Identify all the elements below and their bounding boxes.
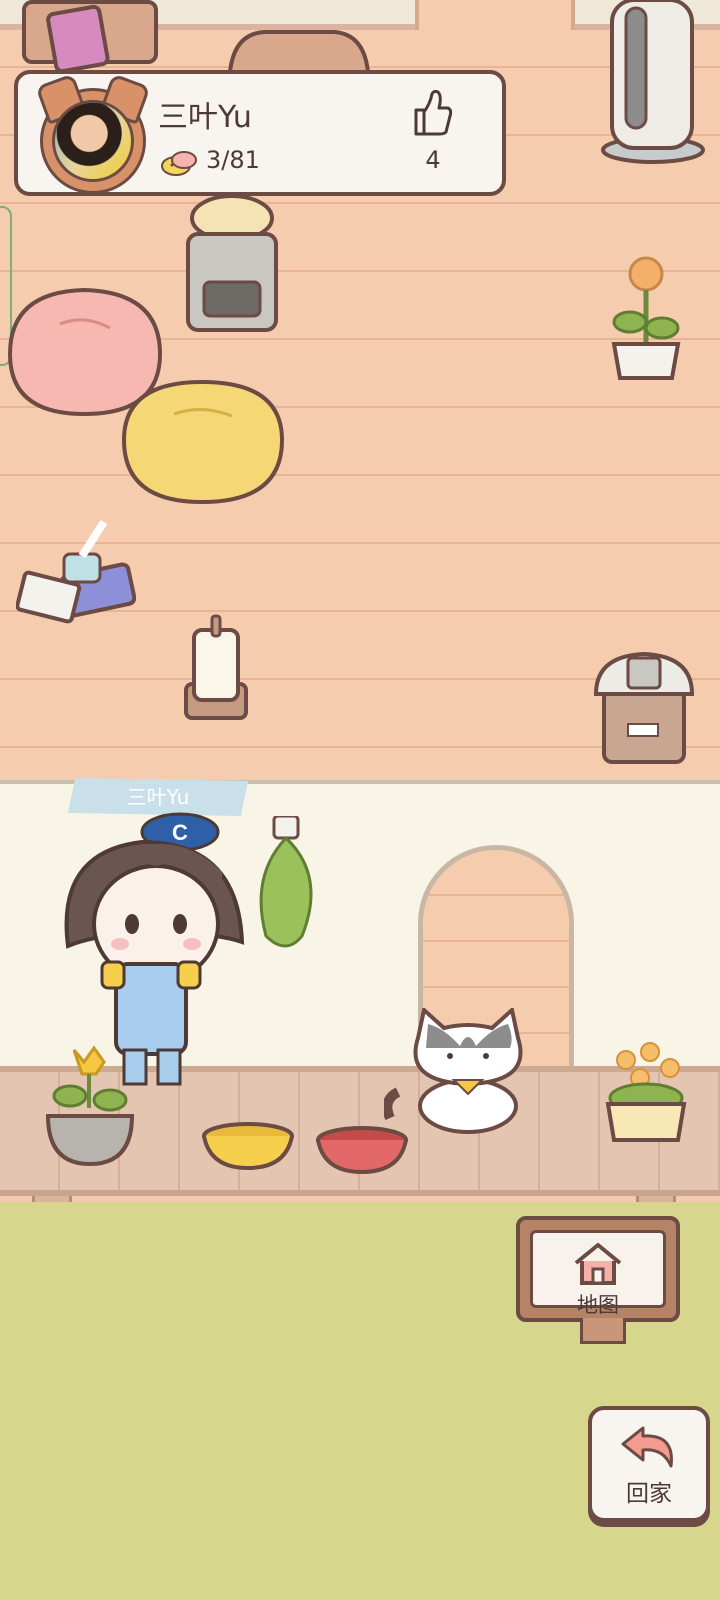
cat-pet[interactable] [384,1008,540,1136]
player-profile-card[interactable]: 三叶Yu 3/81 4 [14,70,506,196]
svg-text:C: C [172,820,188,845]
air-purifier-decor[interactable] [598,0,708,168]
bookshelf-decor[interactable] [22,0,162,70]
return-home-button[interactable]: 回家 [588,1406,710,1522]
home-label: 回家 [626,1481,672,1507]
pet-stand-decor[interactable] [180,190,284,340]
yellow-beanbag-decor[interactable] [118,378,288,508]
fish-count: 3/81 [206,146,260,174]
paper-towel-decor[interactable] [180,614,260,724]
flower-basket-decor[interactable] [600,1040,692,1144]
hanging-plant-decor[interactable] [246,816,342,956]
character-name-tag: 三叶Yu [68,778,248,816]
avatar-frame[interactable] [40,88,146,194]
chair-decor[interactable] [224,28,374,74]
return-arrow-icon [621,1426,673,1468]
potted-plant-decor[interactable] [606,254,686,384]
thumbs-up-icon [414,89,453,136]
like-count: 4 [425,146,441,174]
player-name: 三叶Yu [158,100,252,135]
letters-books-decor[interactable] [16,518,136,630]
yellow-food-bowl[interactable] [200,1120,296,1172]
map-sign-board: 地图 [530,1230,666,1317]
map-button[interactable]: 地图 [516,1216,680,1322]
tulip-pot-decor[interactable] [44,1044,136,1168]
fish-icon [161,151,197,176]
house-icon [574,1243,622,1285]
avatar[interactable] [52,100,134,182]
room-door-top [415,0,575,30]
like-button[interactable]: 4 [403,88,463,178]
map-label: 地图 [577,1293,619,1317]
trash-can-decor[interactable] [592,650,696,766]
map-sign-post [580,1318,626,1344]
